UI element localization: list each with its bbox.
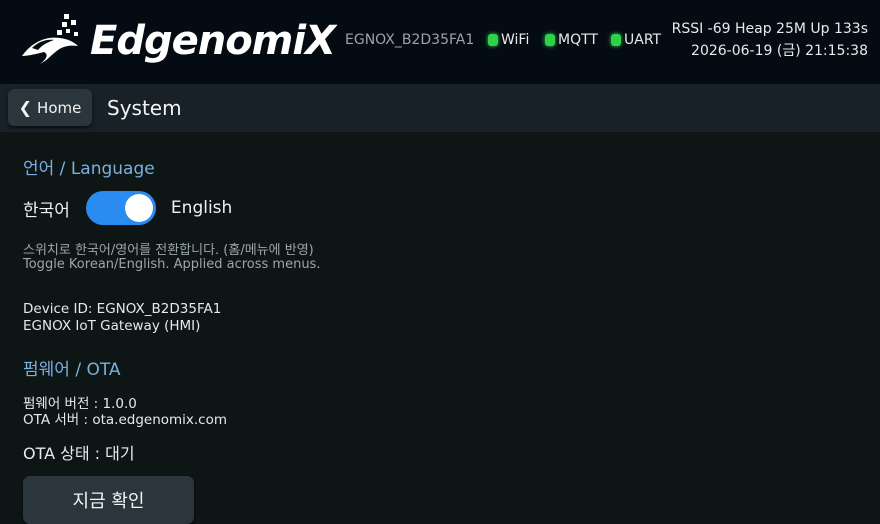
page-title: System [107,96,182,120]
wifi-led-icon [488,34,498,46]
system-stats: RSSI -69 Heap 25M Up 133s [671,21,868,37]
top-status-bar: EdgenomiX EGNOX_B2D35FA1 WiFi MQTT UART … [0,0,880,84]
title-bar: ❮ Home System [0,84,880,132]
chevron-left-icon: ❮ [18,98,33,117]
language-heading: 언어 / Language [23,159,155,179]
mqtt-led-icon [545,34,555,46]
brand-logo: EdgenomiX [18,12,336,70]
check-now-label: 지금 확인 [72,491,145,512]
wifi-label: WiFi [501,32,530,48]
language-toggle[interactable] [85,191,156,225]
bird-logo-icon [22,14,78,64]
mqtt-label: MQTT [558,32,598,48]
ota-state: OTA 상태 : 대기 [23,444,135,463]
korean-label: 한국어 [23,200,70,221]
ota-server: OTA 서버 : ota.edgenomix.com [23,412,228,428]
brand-name: EdgenomiX [90,18,336,64]
check-now-button[interactable]: 지금 확인 [23,476,194,524]
home-button-label: Home [37,98,82,117]
language-switch-row: 한국어 English [23,191,233,225]
wifi-status: WiFi [488,32,529,48]
uart-status: UART [611,32,661,48]
mqtt-status: MQTT [545,32,598,48]
uart-led-icon [611,34,621,46]
toggle-knob [124,194,153,222]
device-id-info: Device ID: EGNOX_B2D35FA1 [23,301,222,317]
device-description: EGNOX IoT Gateway (HMI) [23,318,201,334]
language-hint-ko: 스위치로 한국어/영어를 전환합니다. (홈/메뉴에 반영) [23,243,314,258]
device-id-label: EGNOX_B2D35FA1 [345,32,475,48]
english-label: English [170,198,233,218]
home-button[interactable]: ❮ Home [8,89,92,126]
ota-heading: 펌웨어 / OTA [23,360,121,380]
uart-label: UART [624,32,662,48]
language-hint-en: Toggle Korean/English. Applied across me… [23,257,321,272]
clock: 2026-06-19 (금) 21:15:38 [691,43,868,59]
